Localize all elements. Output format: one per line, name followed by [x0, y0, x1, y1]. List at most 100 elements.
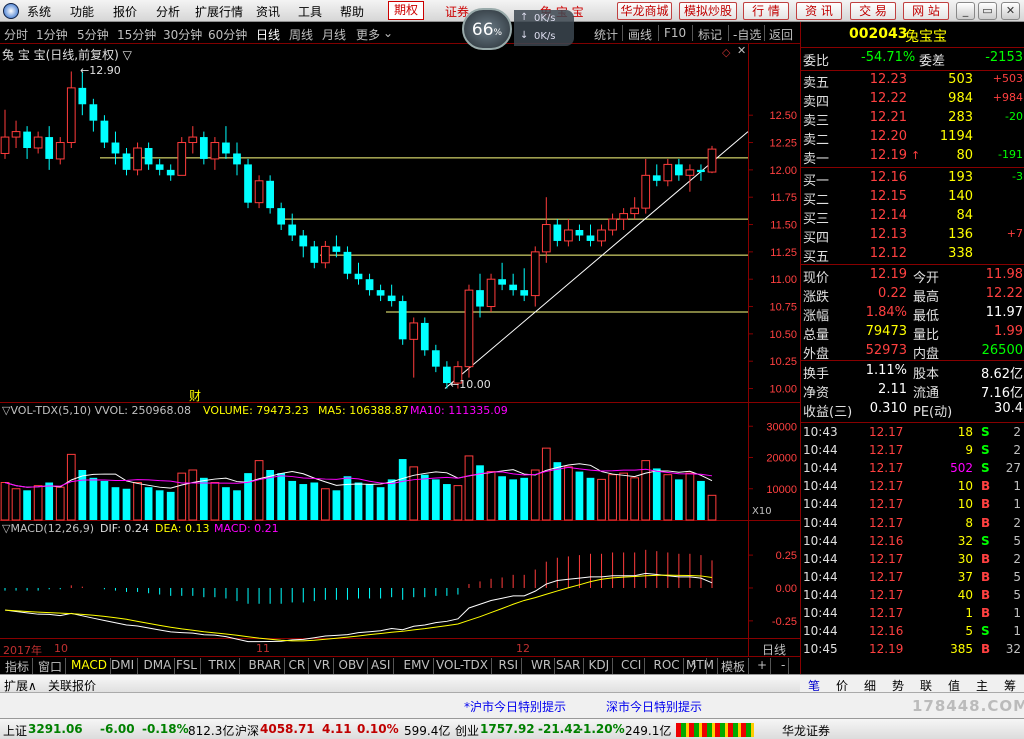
indicator-tab[interactable]: ROC [651, 658, 684, 674]
tick-price: 12.17 [869, 515, 904, 530]
menu-system[interactable]: 系统 [27, 3, 51, 20]
restore-icon[interactable]: ▭ [978, 2, 997, 20]
indicator-tab[interactable]: WR [528, 658, 556, 674]
ask-price: 12.21 [869, 110, 907, 125]
indicator-tab[interactable]: 指标 [2, 658, 34, 674]
volume-bar [707, 494, 717, 521]
tick-time: 10:44 [803, 587, 838, 602]
sim-trade-button[interactable]: 模拟炒股 [679, 2, 737, 20]
vol-ma5-value: MA5: 106388.87 [318, 404, 409, 417]
indicator-tab[interactable]: EMV [401, 658, 434, 674]
indicator-tab[interactable]: VOL-TDX [433, 658, 492, 674]
tick-count: 32 [1005, 642, 1021, 657]
volume-bar [199, 477, 208, 520]
indicator-tab[interactable]: DMA [141, 658, 176, 674]
menu-help[interactable]: 帮助 [340, 3, 364, 20]
website-button[interactable]: 网 站 [903, 2, 949, 20]
period-tick[interactable]: 分时 [4, 26, 28, 43]
sh-notice-link[interactable]: *沪市今日特别提示 [464, 698, 566, 715]
tick-row: 10:44 12.17 40 B 5 [801, 588, 1024, 606]
indicator-tab[interactable]: FSL [173, 658, 201, 674]
indicator-tab[interactable]: OBV [336, 658, 369, 674]
menu-options[interactable]: 期权 [388, 1, 425, 20]
signal-icon[interactable] [676, 723, 754, 737]
sz-notice-link[interactable]: 深市今日特别提示 [606, 698, 702, 715]
template-tab-control[interactable]: + [754, 658, 772, 674]
candle-body [78, 87, 87, 105]
tool-draw[interactable]: 画线 [628, 26, 652, 43]
candle-body [541, 224, 551, 253]
upload-speed: 0K/s [534, 13, 556, 24]
period-week[interactable]: 周线 [289, 26, 313, 43]
indicator-tab[interactable]: RSI [496, 658, 522, 674]
close-icon[interactable]: ✕ [1001, 2, 1020, 20]
order-diff-value: -2153 [985, 50, 1023, 65]
bid-change: +7 [1006, 227, 1023, 240]
menu-extended[interactable]: 扩展行情 [195, 3, 243, 20]
indicator-tab[interactable]: TRIX [206, 658, 240, 674]
vol-unit: X10 [752, 506, 772, 517]
menu-info[interactable]: 资讯 [256, 3, 280, 20]
ask-change: -191 [998, 148, 1023, 161]
menu-tools[interactable]: 工具 [298, 3, 322, 20]
tool-back[interactable]: 返回 [769, 26, 793, 43]
close-chart-icon[interactable]: ✕ [737, 44, 746, 57]
period-5min[interactable]: 5分钟 [77, 26, 109, 43]
tick-time: 10:44 [803, 606, 838, 620]
period-more[interactable]: 更多 [356, 26, 380, 43]
indicator-tab[interactable]: DMI [108, 658, 139, 674]
period-day[interactable]: 日线 [256, 26, 280, 43]
candle-body [520, 290, 529, 296]
menu-analysis[interactable]: 分析 [156, 3, 180, 20]
indicator-tab[interactable]: 窗口 [35, 658, 67, 674]
kline-chart[interactable]: 12.50 12.25 12.00 11.75 11.50 11.25 11.00 10.75… [0, 44, 800, 656]
indicator-tab[interactable]: BRAR [246, 658, 286, 674]
price-tick-label: 10.75 [769, 302, 797, 314]
template-tab-control[interactable]: - [778, 658, 790, 674]
financial-mark[interactable]: 财 [189, 387, 201, 404]
stat2-value: 0.310 [869, 401, 907, 416]
stock-code: 002043 [849, 26, 908, 42]
indicator-tab[interactable]: SAR [553, 658, 585, 674]
tick-time: 10:44 [803, 515, 838, 530]
indicator-tab[interactable]: KDJ [586, 658, 614, 674]
template-tab-control[interactable]: 模板 [718, 658, 750, 674]
indicator-tab[interactable]: CCI [618, 658, 646, 674]
bid-price: 12.12 [869, 246, 907, 261]
indicator-tab[interactable]: CR [286, 658, 310, 674]
tick-row: 10:44 12.17 30 B 2 [801, 552, 1024, 570]
menu-function[interactable]: 功能 [70, 3, 94, 20]
minimize-icon[interactable]: _ [956, 2, 975, 20]
ask-label: 卖一 [803, 152, 830, 167]
menu-quote[interactable]: 报价 [113, 3, 137, 20]
candle-body [299, 235, 308, 247]
volume-bar [398, 459, 407, 520]
indicator-tab[interactable]: VR [311, 658, 335, 674]
market-button[interactable]: 行 情 [743, 2, 789, 20]
news-button[interactable]: 资 讯 [796, 2, 842, 20]
tool-mark[interactable]: 标记 [698, 26, 722, 43]
vol-indicator-title[interactable]: ▽VOL-TDX(5,10) VVOL: 250968.08 [2, 404, 191, 417]
volume-bar [575, 471, 584, 520]
period-15min[interactable]: 15分钟 [117, 26, 156, 43]
candle-body [266, 180, 274, 209]
tick-price: 12.17 [869, 551, 904, 566]
tool-watchlist[interactable]: -自选 [733, 26, 761, 43]
period-30min[interactable]: 30分钟 [163, 26, 202, 43]
ask-volume: 283 [948, 110, 973, 125]
tool-stats[interactable]: 统计 [594, 26, 618, 43]
period-month[interactable]: 月线 [322, 26, 346, 43]
candle-body [409, 322, 419, 340]
indicator-tab[interactable]: MACD [68, 658, 111, 674]
period-60min[interactable]: 60分钟 [208, 26, 247, 43]
macd-indicator-title[interactable]: ▽MACD(12,26,9) [2, 522, 94, 535]
volume-bar [498, 476, 506, 520]
tabs-scroll-right-icon[interactable]: 〉 [688, 658, 708, 674]
trade-button[interactable]: 交 易 [850, 2, 896, 20]
period-1min[interactable]: 1分钟 [36, 26, 68, 43]
indicator-tab[interactable]: ASI [368, 658, 395, 674]
volume-bar [78, 470, 87, 520]
chevron-down-icon[interactable]: ⌄ [383, 26, 393, 40]
tool-f10[interactable]: F10 [664, 26, 686, 40]
mall-button[interactable]: 华龙商城 [617, 2, 672, 20]
